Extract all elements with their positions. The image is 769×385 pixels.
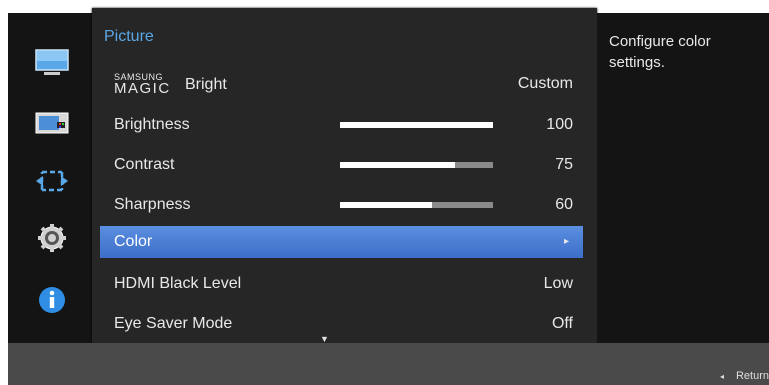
submenu-arrow-icon: ▸ — [563, 236, 569, 247]
hdmi-black-level-label: HDMI Black Level — [114, 275, 242, 292]
brightness-slider-fill — [340, 122, 493, 128]
brightness-label: Brightness — [114, 116, 190, 133]
sharpness-slider-fill — [340, 202, 432, 208]
menu-item-brightness[interactable]: Brightness 100 — [92, 109, 597, 141]
sidebar — [8, 13, 92, 343]
menu-item-color[interactable]: Color ▸ — [100, 226, 583, 258]
contrast-value: 75 — [555, 156, 573, 173]
menu-item-magic-bright[interactable]: SAMSUNG MAGIC Bright Custom — [92, 68, 597, 100]
hdmi-black-level-value: Low — [543, 275, 573, 292]
description-text: Configure color settings. — [609, 33, 711, 71]
sharpness-slider[interactable] — [340, 202, 493, 208]
magic-bright-value: Custom — [517, 75, 573, 92]
eye-saver-mode-label: Eye Saver Mode — [114, 315, 233, 332]
menu-item-eye-saver-mode[interactable]: Eye Saver Mode Off — [92, 308, 597, 340]
contrast-slider-fill — [340, 162, 455, 168]
brand-large-text: MAGIC — [114, 80, 171, 97]
sharpness-value: 60 — [555, 196, 573, 213]
menu-item-sharpness[interactable]: Sharpness 60 — [92, 189, 597, 221]
eye-saver-mode-value: Off — [551, 315, 573, 332]
magic-bright-label-text: Bright — [185, 76, 227, 93]
bottom-bar: ◂ Return — [8, 343, 769, 385]
sharpness-label: Sharpness — [114, 196, 191, 213]
contrast-label: Contrast — [114, 156, 175, 173]
picture-menu: Picture SAMSUNG MAGIC Bright Custom Brig… — [92, 8, 597, 348]
information-icon[interactable] — [34, 285, 70, 315]
return-label: Return — [735, 370, 769, 382]
contrast-slider[interactable] — [340, 162, 493, 168]
brightness-slider[interactable] — [340, 122, 493, 128]
onscreen-display-icon[interactable] — [34, 108, 70, 138]
color-label: Color — [114, 233, 153, 250]
picture-icon[interactable] — [34, 48, 70, 78]
return-button[interactable]: ◂ Return — [720, 370, 769, 382]
description-panel: Configure color settings. — [597, 13, 769, 343]
menu-title: Picture — [104, 28, 154, 45]
menu-item-contrast[interactable]: Contrast 75 — [92, 149, 597, 181]
settings-icon[interactable] — [34, 223, 70, 253]
system-icon[interactable] — [34, 166, 70, 196]
brightness-value: 100 — [546, 116, 573, 133]
menu-item-hdmi-black-level[interactable]: HDMI Black Level Low — [92, 268, 597, 300]
return-arrow-icon: ◂ — [719, 372, 724, 381]
